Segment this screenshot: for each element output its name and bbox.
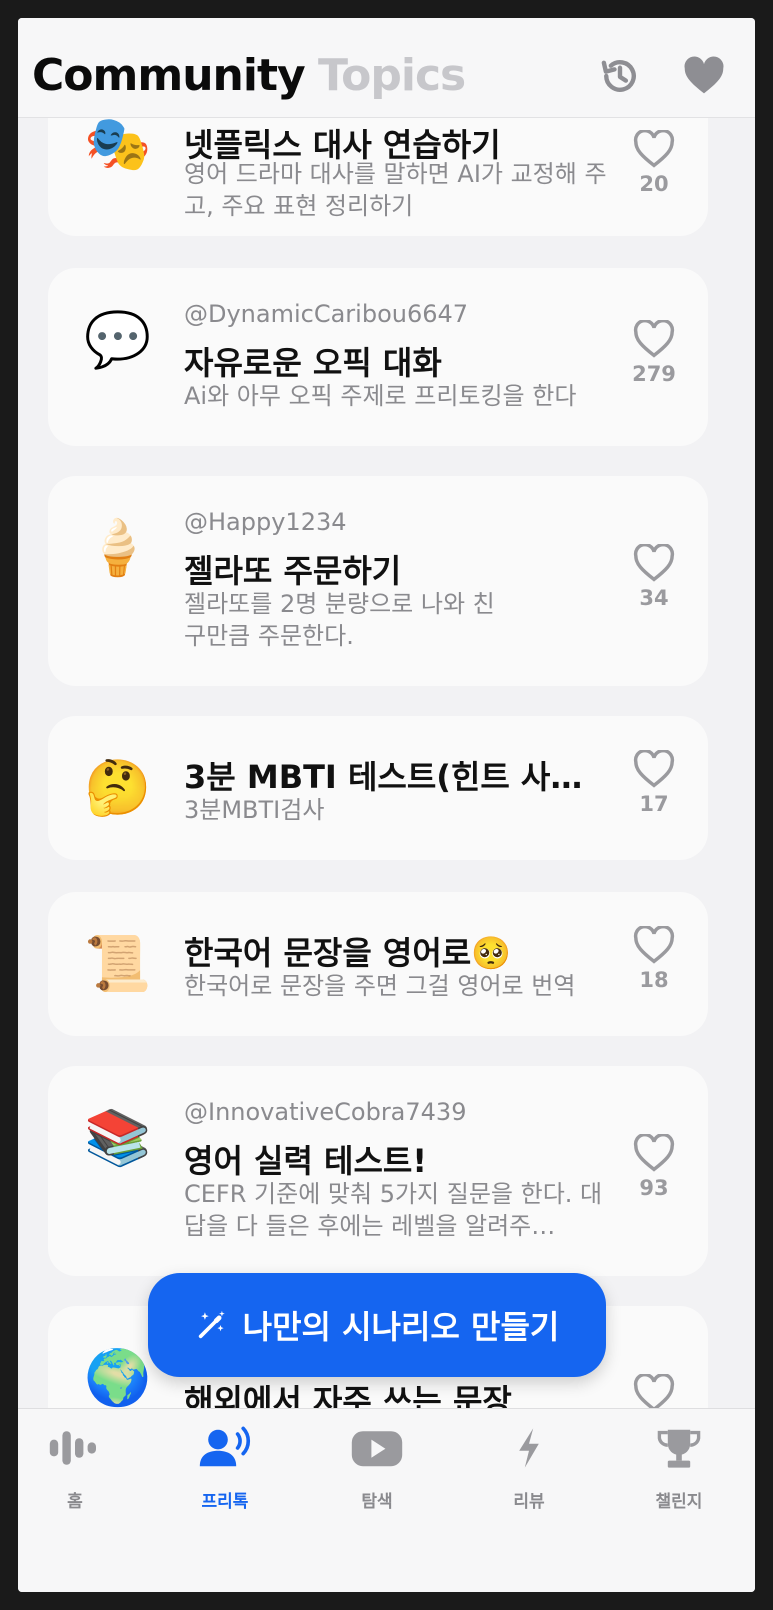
person-voice-icon xyxy=(199,1426,251,1467)
card-title: 자유로운 오픽 대화 xyxy=(184,344,442,382)
card-description: 3분MBTI검사 xyxy=(184,796,325,824)
magic-wand-icon xyxy=(198,1310,225,1339)
like-button[interactable]: 34 xyxy=(632,544,676,610)
card-emoji-icon: 🌍 xyxy=(84,1346,152,1409)
card-emoji-icon: 🎭 xyxy=(84,112,152,175)
card-description: Ai와 아무 오픽 주제로 프리토킹을 한다 xyxy=(184,382,577,410)
create-scenario-label: 나만의 시나리오 만들기 xyxy=(242,1308,560,1346)
card-emoji-icon: 💬 xyxy=(84,308,152,371)
heart-outline-icon xyxy=(633,320,675,358)
heart-outline-icon xyxy=(633,750,675,788)
tab-challenge[interactable]: 챌린지 xyxy=(624,1423,734,1512)
like-button[interactable]: 20 xyxy=(632,130,676,196)
tab-community[interactable]: Community xyxy=(32,50,306,101)
card-title: 3분 MBTI 테스트(힌트 사… xyxy=(184,758,583,796)
card-title: 영어 실력 테스트! xyxy=(184,1142,427,1180)
card-emoji-icon: 📚 xyxy=(84,1106,152,1169)
like-button[interactable] xyxy=(632,1374,676,1412)
tab-explore[interactable]: 탐색 xyxy=(322,1423,432,1512)
card-description: CEFR 기준에 맞춰 5가지 질문을 한다. 대답을 다 들은 후에는 레벨을… xyxy=(184,1180,603,1240)
tab-label: 챌린지 xyxy=(655,1492,703,1512)
heart-outline-icon xyxy=(633,1374,675,1412)
card-title: 한국어 문장을 영어로🥺 xyxy=(184,934,512,972)
card-emoji-icon: 🍦 xyxy=(84,516,152,579)
heart-icon[interactable] xyxy=(682,54,726,98)
like-count: 20 xyxy=(639,172,669,196)
like-count: 93 xyxy=(639,1176,669,1200)
history-icon[interactable] xyxy=(598,54,642,98)
like-button[interactable]: 279 xyxy=(632,320,676,386)
like-count: 17 xyxy=(639,792,669,816)
tab-home[interactable]: 홈 xyxy=(20,1423,130,1512)
heart-outline-icon xyxy=(633,130,675,168)
waveform-icon xyxy=(49,1431,96,1465)
topic-card[interactable]: 💬 @DynamicCaribou6647 자유로운 오픽 대화 Ai와 아무 … xyxy=(48,268,708,446)
card-title: 젤라또 주문하기 xyxy=(184,552,402,590)
bottom-tab-bar: 홈 프리톡 탐색 리뷰 챌린지 xyxy=(18,1408,755,1592)
app-screen: 🎭 넷플릭스 대사 연습하기 영어 드라마 대사를 말하면 AI가 교정해 주고… xyxy=(18,18,755,1592)
tab-label: 탐색 xyxy=(361,1492,393,1512)
create-scenario-button[interactable]: 나만의 시나리오 만들기 xyxy=(148,1273,606,1377)
card-author: @DynamicCaribou6647 xyxy=(184,300,469,328)
card-description: 젤라또를 2명 분량으로 나와 친구만큼 주문한다. xyxy=(184,590,495,650)
tab-topics[interactable]: Topics xyxy=(318,50,466,101)
bolt-icon xyxy=(519,1428,539,1468)
card-emoji-icon: 📜 xyxy=(84,932,152,995)
like-count: 279 xyxy=(632,362,676,386)
card-author: @Happy1234 xyxy=(184,508,347,536)
trophy-icon xyxy=(657,1429,701,1468)
like-button[interactable]: 93 xyxy=(632,1134,676,1200)
like-count: 18 xyxy=(639,968,669,992)
tab-label: 홈 xyxy=(67,1492,83,1512)
topic-card[interactable]: 🍦 @Happy1234 젤라또 주문하기 젤라또를 2명 분량으로 나와 친구… xyxy=(48,476,708,686)
topic-card[interactable]: 📚 @InnovativeCobra7439 영어 실력 테스트! CEFR 기… xyxy=(48,1066,708,1276)
card-emoji-icon: 🤔 xyxy=(84,756,152,819)
card-description: 한국어로 문장을 주면 그걸 영어로 번역 xyxy=(184,972,576,1000)
top-header: Community Topics xyxy=(18,18,755,118)
topic-card[interactable]: 📜 한국어 문장을 영어로🥺 한국어로 문장을 주면 그걸 영어로 번역 18 xyxy=(48,892,708,1036)
play-icon xyxy=(351,1431,403,1467)
topic-list[interactable]: 🎭 넷플릭스 대사 연습하기 영어 드라마 대사를 말하면 AI가 교정해 주고… xyxy=(18,18,755,1486)
tab-label: 리뷰 xyxy=(513,1492,545,1512)
like-count: 34 xyxy=(639,586,669,610)
topic-card[interactable]: 🤔 3분 MBTI 테스트(힌트 사… 3분MBTI검사 17 xyxy=(48,716,708,860)
like-button[interactable]: 18 xyxy=(632,926,676,992)
tab-review[interactable]: 리뷰 xyxy=(474,1423,584,1512)
tab-label: 프리톡 xyxy=(201,1492,249,1512)
heart-outline-icon xyxy=(633,1134,675,1172)
card-author: @InnovativeCobra7439 xyxy=(184,1098,467,1126)
tab-freetalk[interactable]: 프리톡 xyxy=(170,1423,280,1512)
heart-outline-icon xyxy=(633,926,675,964)
card-description: 영어 드라마 대사를 말하면 AI가 교정해 주고, 주요 표현 정리하기 xyxy=(184,160,607,220)
like-button[interactable]: 17 xyxy=(632,750,676,816)
heart-outline-icon xyxy=(633,544,675,582)
